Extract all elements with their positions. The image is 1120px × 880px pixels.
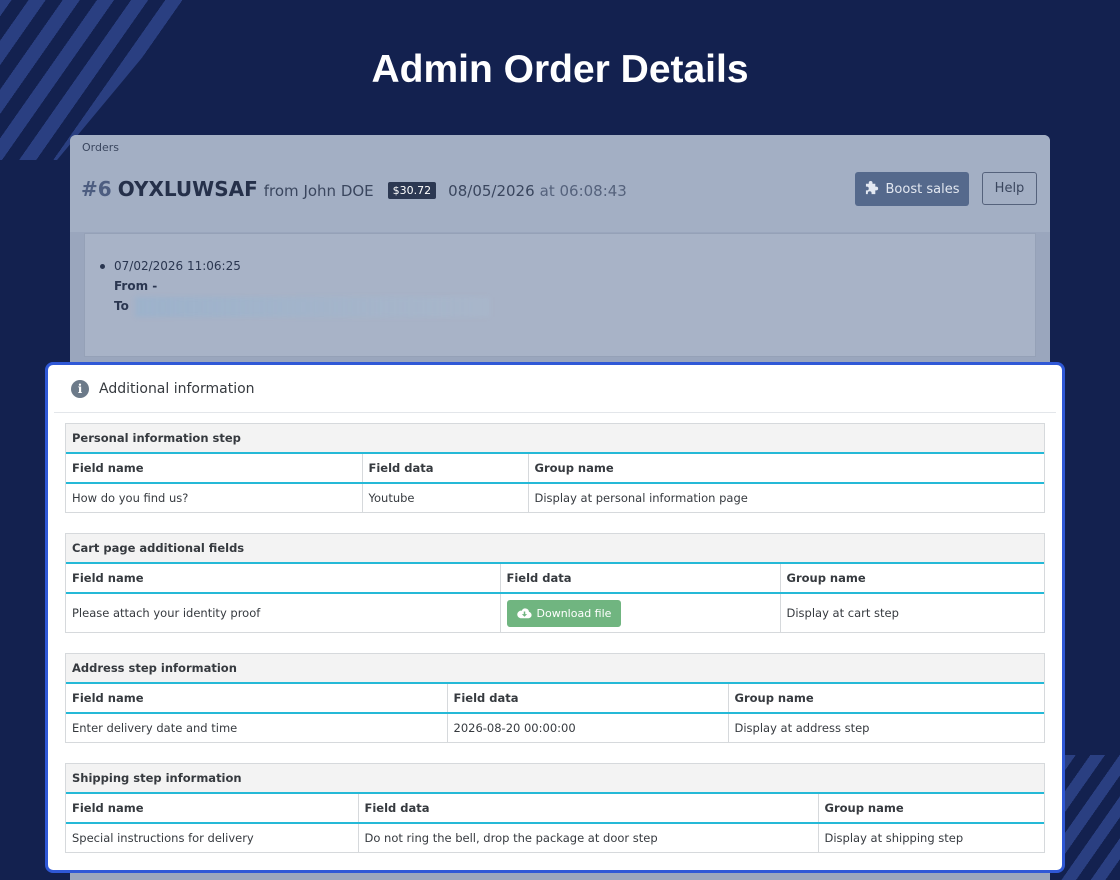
page-title: Admin Order Details	[371, 48, 749, 91]
cell-group-name: Display at cart step	[786, 606, 899, 620]
column-header-field-data: Field data	[447, 684, 729, 714]
boost-sales-label: Boost sales	[885, 181, 960, 197]
fields-table: Field name Field data Group name Enter d…	[66, 684, 1044, 742]
download-file-button[interactable]: Download file	[506, 599, 622, 627]
decorative-stripes-bottom-right	[1060, 755, 1120, 880]
fields-table: Field name Field data Group name Special…	[66, 794, 1044, 852]
card-title: Additional information	[99, 380, 255, 397]
table-header-row: Field name Field data Group name	[66, 564, 1044, 594]
cell-field-data: Do not ring the bell, drop the package a…	[358, 823, 819, 852]
section-personal-information: Personal information step Field name Fie…	[65, 423, 1045, 513]
cloud-download-icon	[516, 608, 532, 619]
breadcrumb-orders[interactable]: Orders	[82, 141, 119, 154]
cell-field-name: Special instructions for delivery	[66, 823, 359, 852]
column-header-group-name: Group name	[528, 454, 1044, 484]
cell-field-name: Please attach your identity proof	[66, 593, 501, 632]
additional-information-card: i Additional information Personal inform…	[45, 362, 1065, 873]
section-title: Cart page additional fields	[66, 534, 1044, 564]
cell-field-name: How do you find us?	[66, 483, 363, 512]
order-reference: OYXLUWSAF	[117, 177, 258, 201]
history-entry: 07/02/2026 11:06:25 From - To	[100, 256, 490, 317]
boost-sales-button[interactable]: Boost sales	[855, 172, 969, 206]
fields-table: Field name Field data Group name Please …	[66, 564, 1044, 632]
section-title: Personal information step	[66, 424, 1044, 454]
section-title: Shipping step information	[66, 764, 1044, 794]
column-header-field-name: Field name	[66, 684, 448, 714]
section-cart-page-fields: Cart page additional fields Field name F…	[65, 533, 1045, 633]
column-header-group-name: Group name	[728, 684, 1044, 714]
table-row: Enter delivery date and time 2026-08-20 …	[66, 713, 1044, 742]
table-header-row: Field name Field data Group name	[66, 454, 1044, 484]
puzzle-icon	[865, 180, 880, 199]
table-row: Please attach your identity proof Downlo…	[66, 593, 1044, 632]
column-header-field-name: Field name	[66, 454, 363, 484]
cell-group-name: Display at personal information page	[534, 491, 748, 505]
order-customer: from John DOE	[263, 182, 374, 200]
column-header-group-name: Group name	[818, 794, 1044, 824]
table-row: Special instructions for delivery Do not…	[66, 823, 1044, 852]
history-date: 07/02/2026 11:06:25	[114, 259, 241, 273]
card-header: i Additional information	[54, 365, 1056, 413]
fields-table: Field name Field data Group name How do …	[66, 454, 1044, 512]
section-address-step: Address step information Field name Fiel…	[65, 653, 1045, 743]
table-row: How do you find us? Youtube Display at p…	[66, 483, 1044, 512]
column-header-field-name: Field name	[66, 564, 501, 594]
column-header-field-data: Field data	[362, 454, 529, 484]
info-icon: i	[71, 379, 89, 398]
order-history-box: 07/02/2026 11:06:25 From - To	[84, 233, 1036, 357]
help-button[interactable]: Help	[982, 172, 1037, 205]
order-time: at 06:08:43	[539, 182, 627, 200]
section-title: Address step information	[66, 654, 1044, 684]
order-total-badge: $30.72	[387, 182, 437, 199]
column-header-field-data: Field data	[358, 794, 819, 824]
table-header-row: Field name Field data Group name	[66, 794, 1044, 824]
cell-field-data: 2026-08-20 00:00:00	[447, 713, 729, 742]
column-header-field-data: Field data	[500, 564, 781, 594]
table-header-row: Field name Field data Group name	[66, 684, 1044, 714]
cell-group-name: Display at shipping step	[824, 831, 964, 845]
order-number: #6	[81, 177, 112, 201]
order-date: 08/05/2026	[448, 182, 535, 200]
column-header-field-name: Field name	[66, 794, 359, 824]
bullet-icon	[100, 264, 105, 269]
order-summary-line: #6 OYXLUWSAF from John DOE $30.72 08/05/…	[81, 177, 627, 201]
cell-field-data: Youtube	[362, 483, 529, 512]
order-header: Orders #6 OYXLUWSAF from John DOE $30.72…	[70, 135, 1050, 232]
cell-group-name: Display at address step	[734, 721, 870, 735]
redacted-address	[134, 296, 490, 317]
history-to: To	[100, 296, 490, 317]
download-file-label: Download file	[536, 606, 612, 620]
history-to-label: To	[114, 299, 129, 313]
column-header-group-name: Group name	[780, 564, 1044, 594]
cell-field-data: Download file	[500, 593, 781, 632]
cell-field-name: Enter delivery date and time	[66, 713, 448, 742]
section-shipping-step: Shipping step information Field name Fie…	[65, 763, 1045, 853]
history-from: From -	[114, 279, 158, 293]
